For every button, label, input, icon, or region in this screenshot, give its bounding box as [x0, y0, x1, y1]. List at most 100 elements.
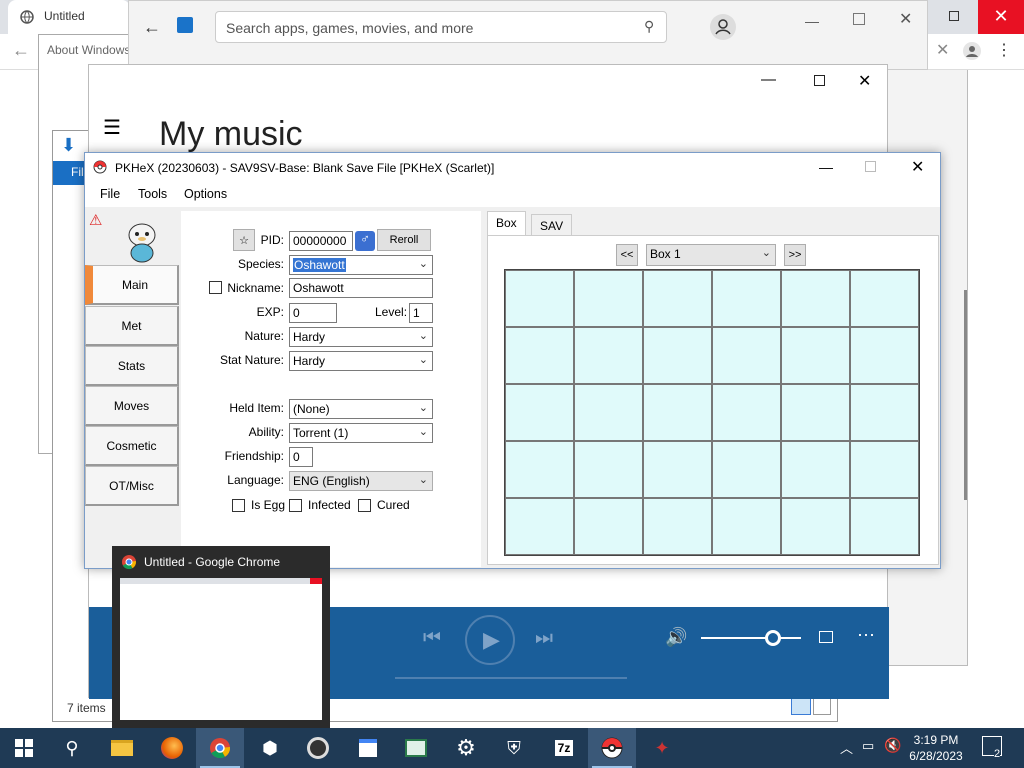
box-slot[interactable] — [781, 270, 850, 327]
box-slot[interactable] — [712, 498, 781, 555]
box-slot[interactable] — [781, 327, 850, 384]
box-slot[interactable] — [574, 441, 643, 498]
scrollbar[interactable] — [964, 290, 967, 500]
close-icon[interactable]: ✕ — [858, 71, 871, 91]
restore-icon[interactable] — [944, 6, 964, 26]
box-slot[interactable] — [712, 270, 781, 327]
box-slot[interactable] — [712, 327, 781, 384]
cured-checkbox[interactable] — [358, 499, 371, 512]
back-arrow-icon[interactable]: ← — [12, 40, 30, 61]
security-taskbar-button[interactable]: ⛨ — [490, 728, 538, 768]
system-clock[interactable]: 3:19 PM 6/28/2023 — [904, 732, 968, 764]
box-slot[interactable] — [505, 327, 574, 384]
volume-slider-thumb[interactable] — [765, 630, 781, 646]
game-taskbar-button[interactable]: ✦ — [638, 728, 686, 768]
menu-tools[interactable]: Tools — [138, 187, 167, 201]
species-select[interactable]: Oshawott ⌄ — [289, 255, 433, 275]
chrome-tab[interactable]: Untitled — [8, 0, 130, 34]
box-slot[interactable] — [505, 384, 574, 441]
close-icon[interactable]: ✕ — [936, 40, 949, 60]
mini-player-icon[interactable] — [819, 631, 833, 643]
ability-select[interactable]: Torrent (1) ⌄ — [289, 423, 433, 443]
tab-box[interactable]: Box — [487, 211, 526, 235]
box-slot[interactable] — [574, 327, 643, 384]
box-slot[interactable] — [781, 498, 850, 555]
tab-main[interactable]: Main — [85, 265, 179, 305]
box-select[interactable]: Box 1 ⌄ — [646, 244, 776, 266]
box-slot[interactable] — [574, 384, 643, 441]
settings-taskbar-button[interactable]: ⚙ — [442, 728, 490, 768]
seek-bar[interactable] — [395, 677, 627, 679]
box-slot[interactable] — [505, 441, 574, 498]
box-app-taskbar-button[interactable]: ⬢ — [246, 728, 294, 768]
box-slot[interactable] — [574, 270, 643, 327]
level-field[interactable]: 1 — [409, 303, 433, 323]
next-box-button[interactable]: >> — [784, 244, 806, 266]
chrome-close-button[interactable]: ✕ — [978, 0, 1024, 34]
tab-moves[interactable]: Moves — [85, 386, 179, 426]
box-slot[interactable] — [850, 498, 919, 555]
7zip-taskbar-button[interactable]: 7z — [540, 728, 588, 768]
reroll-button[interactable]: Reroll — [377, 229, 431, 251]
box-slot[interactable] — [574, 498, 643, 555]
maximize-icon[interactable] — [853, 13, 865, 25]
more-icon[interactable]: ⋯ — [857, 625, 875, 646]
box-slot[interactable] — [505, 270, 574, 327]
volume-icon[interactable]: 🔊 — [665, 627, 687, 648]
search-button[interactable]: ⚲ — [48, 728, 96, 768]
box-slot[interactable] — [781, 441, 850, 498]
minimize-icon[interactable]: — — [805, 13, 819, 29]
start-button[interactable] — [0, 728, 48, 768]
previous-box-button[interactable]: << — [616, 244, 638, 266]
language-select[interactable]: ENG (English) ⌄ — [289, 471, 433, 491]
preview-thumbnail[interactable] — [120, 578, 322, 720]
tab-sav[interactable]: SAV — [531, 214, 573, 236]
store-search-input[interactable]: Search apps, games, movies, and more ⚲ — [215, 11, 667, 43]
exp-field[interactable]: 0 — [289, 303, 337, 323]
tiles-view-icon[interactable] — [813, 697, 831, 715]
box-slot[interactable] — [712, 384, 781, 441]
tab-cosmetic[interactable]: Cosmetic — [85, 426, 179, 466]
pkhex-taskbar-button[interactable] — [588, 728, 636, 768]
nickname-field[interactable]: Oshawott — [289, 278, 433, 298]
search-icon[interactable]: ⚲ — [644, 18, 654, 35]
box-slot[interactable] — [643, 384, 712, 441]
volume-muted-icon[interactable]: 🔇 — [884, 737, 901, 754]
box-slot[interactable] — [850, 384, 919, 441]
file-explorer-taskbar-button[interactable] — [98, 728, 146, 768]
tab-met[interactable]: Met — [85, 306, 179, 346]
infected-checkbox[interactable] — [289, 499, 302, 512]
friendship-field[interactable]: 0 — [289, 447, 313, 467]
nature-select[interactable]: Hardy ⌄ — [289, 327, 433, 347]
chrome-preview-popup[interactable]: Untitled - Google Chrome — [112, 546, 330, 728]
is-egg-checkbox[interactable] — [232, 499, 245, 512]
stat-nature-select[interactable]: Hardy ⌄ — [289, 351, 433, 371]
maximize-icon[interactable] — [814, 75, 825, 86]
tab-stats[interactable]: Stats — [85, 346, 179, 386]
box-slot[interactable] — [643, 270, 712, 327]
minimize-icon[interactable]: — — [819, 159, 833, 175]
box-slot[interactable] — [643, 498, 712, 555]
hamburger-menu-icon[interactable]: ☰ — [103, 115, 121, 140]
gender-male-icon[interactable]: ♂ — [355, 231, 375, 251]
network-icon[interactable]: ▭ — [862, 738, 874, 754]
menu-file[interactable]: File — [100, 187, 120, 201]
maximize-icon[interactable] — [865, 161, 876, 172]
more-menu-icon[interactable]: ⋮ — [996, 40, 1012, 60]
play-button[interactable]: ▶ — [465, 615, 515, 665]
held-item-select[interactable]: (None) ⌄ — [289, 399, 433, 419]
account-icon[interactable] — [709, 13, 737, 41]
box-slot[interactable] — [643, 441, 712, 498]
volume-slider[interactable] — [701, 637, 801, 639]
profile-icon[interactable] — [962, 41, 982, 61]
close-icon[interactable]: ✕ — [911, 157, 924, 177]
groove-taskbar-button[interactable] — [294, 728, 342, 768]
close-icon[interactable]: ✕ — [899, 9, 912, 29]
menu-options[interactable]: Options — [184, 187, 227, 201]
chevron-up-icon[interactable]: ︿ — [840, 738, 853, 757]
box-slot[interactable] — [850, 270, 919, 327]
next-icon[interactable]: ⏭ — [535, 627, 553, 650]
box-slot[interactable] — [505, 498, 574, 555]
app-taskbar-button[interactable] — [392, 728, 440, 768]
previous-icon[interactable]: ⏮ — [423, 627, 441, 650]
